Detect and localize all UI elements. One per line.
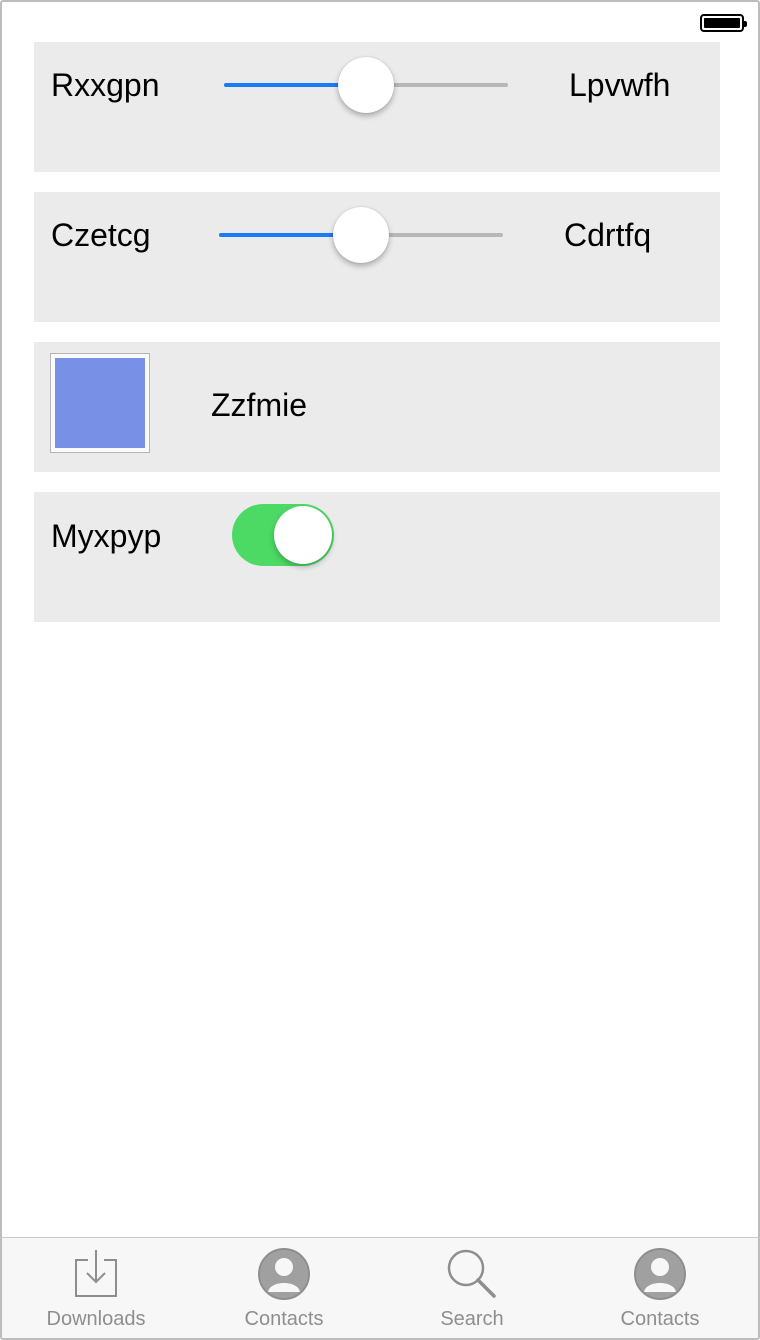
slider-2-min-label: Czetcg (51, 217, 151, 253)
slider-2-max-label: Cdrtfq (564, 217, 652, 253)
tab-search-label: Search (440, 1308, 504, 1330)
phone-screen: Rxxgpn Lpvwfh Czetcg Cdrtfq Zzfmie Myxpy… (0, 0, 760, 1340)
slider-2-thumb[interactable] (333, 207, 389, 263)
tab-search[interactable]: Search (378, 1238, 566, 1338)
tab-downloads-label: Downloads (46, 1308, 146, 1330)
color-swatch-fill (55, 358, 145, 448)
toggle-label: Myxpyp (51, 518, 162, 554)
tab-bar: Downloads Contacts Search Contacts (2, 1237, 758, 1338)
tab-contacts-2-label: Contacts (620, 1308, 700, 1330)
downloads-icon (75, 1250, 117, 1297)
slider-1-max-label: Lpvwfh (569, 67, 671, 103)
tab-downloads[interactable]: Downloads (2, 1238, 190, 1338)
contacts-icon (258, 1248, 310, 1300)
tab-contacts-label: Contacts (244, 1308, 324, 1330)
slider-1-thumb[interactable] (338, 57, 394, 113)
color-row: Zzfmie (34, 342, 720, 472)
slider-row-1: Rxxgpn Lpvwfh (34, 42, 720, 172)
battery-icon (700, 14, 747, 32)
slider-1-min-label: Rxxgpn (51, 67, 160, 103)
slider-1[interactable] (224, 55, 508, 115)
tab-contacts[interactable]: Contacts (190, 1238, 378, 1338)
contacts-icon (634, 1248, 686, 1300)
search-icon (447, 1249, 496, 1298)
toggle-knob[interactable] (274, 506, 332, 564)
slider-row-2: Czetcg Cdrtfq (34, 192, 720, 322)
tab-contacts-2[interactable]: Contacts (566, 1238, 754, 1338)
color-swatch[interactable] (50, 353, 150, 453)
slider-2[interactable] (219, 205, 503, 265)
color-label: Zzfmie (211, 387, 307, 423)
toggle-switch[interactable] (232, 504, 334, 566)
toggle-row: Myxpyp (34, 492, 720, 622)
